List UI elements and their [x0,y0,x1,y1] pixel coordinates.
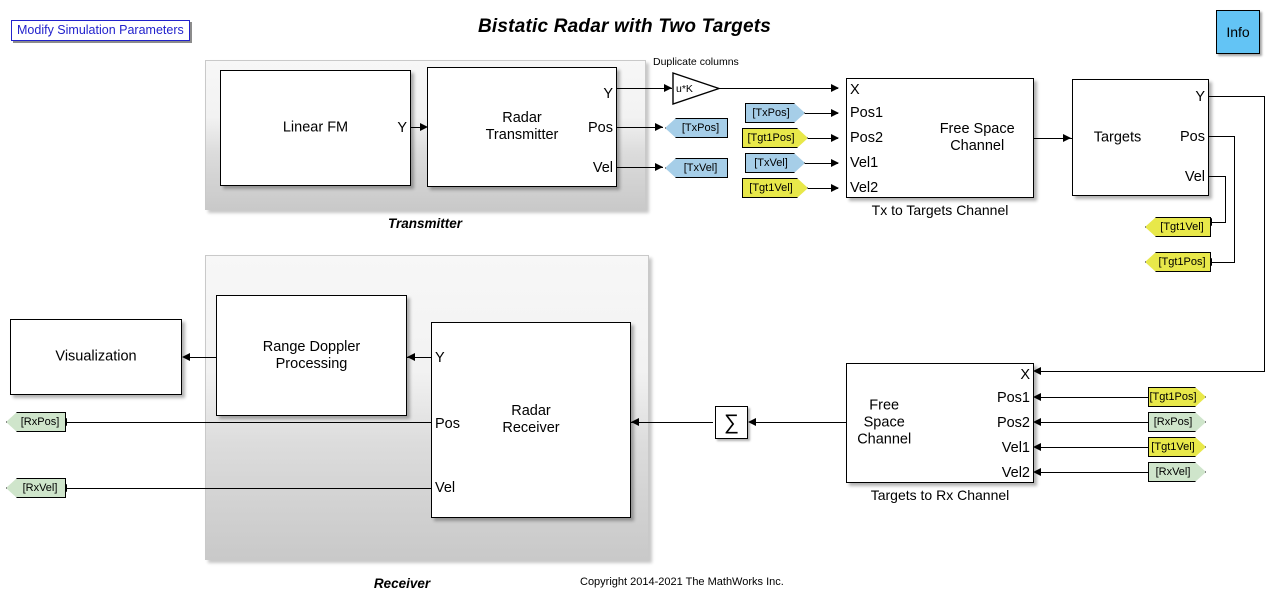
visualization-block[interactable]: Visualization [10,319,182,395]
tx-to-targets-channel-block[interactable]: Free Space Channel X Pos1 Pos2 Vel1 Vel2 [846,78,1034,198]
arrowhead [664,84,672,92]
arrowhead [1033,418,1041,426]
rx-channel-in-port-vel2: Vel2 [1001,465,1030,481]
linear-fm-label: Linear FM [282,119,349,136]
arrowhead [1033,393,1041,401]
from-tag-tgt1vel-top[interactable]: [Tgt1Vel] [742,178,808,198]
range-doppler-label: Range Doppler Processing [262,338,361,372]
sum-block[interactable]: ∑ [715,406,748,439]
gain-annotation: Duplicate columns [653,56,739,68]
from-tag-txvel[interactable]: [TxVel] [745,153,805,173]
arrowhead [655,163,663,171]
visualization-label: Visualization [55,348,137,365]
wire-rxpos-to-rx-pos2 [1040,422,1150,423]
goto-tag-txpos[interactable]: [TxPos] [665,118,728,138]
arrowhead [831,109,839,117]
info-button[interactable]: Info [1216,10,1260,54]
wire-tgt1pos-to-rx-pos1 [1040,397,1150,398]
from-tag-rxpos[interactable]: [RxPos] [1148,412,1206,432]
wire-sum-to-radarrx [631,422,713,423]
radar-receiver-block[interactable]: Radar Receiver Y Pos Vel [431,322,631,518]
wire-targets-pos-v [1234,136,1235,263]
wire-tgt1vel-to-rx-vel1 [1040,447,1150,448]
wire-rxvel-to-rx-vel2 [1040,472,1150,473]
radar-tx-out-port-vel: Vel [592,160,613,176]
wire-targets-y-h2 [1040,371,1265,372]
wire-targets-y-h1 [1209,96,1265,97]
range-doppler-processing-block[interactable]: Range Doppler Processing [216,295,407,416]
radar-rx-in-port-vel: Vel [435,480,456,496]
rx-channel-in-port-pos2: Pos2 [996,415,1030,431]
goto-tag-txvel[interactable]: [TxVel] [665,158,728,178]
gain-expression: u*K [676,82,693,95]
tx-to-targets-caption: Tx to Targets Channel [871,202,1009,218]
from-tag-tgt1pos-top[interactable]: [Tgt1Pos] [742,128,808,148]
wire-targets-vel-v [1225,176,1226,223]
copyright-notice: Copyright 2014-2021 The MathWorks Inc. [580,576,784,588]
targets-block[interactable]: Targets Y Pos Vel [1072,79,1209,196]
wire-targets-y-v [1264,96,1265,371]
duplicate-columns-gain-block[interactable]: u*K [672,72,720,105]
radar-rx-in-port-y: Y [435,350,445,366]
targets-out-port-pos: Pos [1180,129,1205,145]
tx-channel-in-port-vel2: Vel2 [850,180,879,196]
wire-targets-vel-h2 [1211,222,1226,223]
targets-to-rx-channel-block[interactable]: Free Space Channel X Pos1 Pos2 Vel1 Vel2 [846,363,1034,483]
tx-channel-in-port-pos2: Pos2 [850,130,884,146]
arrowhead [1063,134,1071,142]
arrowhead [831,184,839,192]
wire-targets-vel-h1 [1209,176,1226,177]
modify-simulation-parameters-button[interactable]: Modify Simulation Parameters [11,20,190,41]
goto-tag-rxpos[interactable]: [RxPos] [6,412,66,432]
from-tag-txpos[interactable]: [TxPos] [745,103,805,123]
tx-channel-in-port-x: X [850,82,860,98]
targets-to-rx-caption: Targets to Rx Channel [870,487,1010,503]
from-tag-tgt1vel-bottom[interactable]: [Tgt1Vel] [1148,437,1206,457]
targets-label: Targets [1093,129,1142,145]
tx-channel-in-port-vel1: Vel1 [850,155,879,171]
rx-channel-in-port-x: X [1020,367,1030,383]
targets-out-port-y: Y [1195,89,1205,105]
page-title: Bistatic Radar with Two Targets [478,16,772,37]
arrowhead [182,353,190,361]
from-tag-rxvel[interactable]: [RxVel] [1148,462,1206,482]
tx-channel-in-port-pos1: Pos1 [850,105,884,121]
from-tag-tgt1pos-bottom[interactable]: [Tgt1Pos] [1148,387,1206,407]
radar-tx-out-port-pos: Pos [588,120,613,136]
receiver-caption: Receiver [373,576,431,591]
wire-rxvel [66,488,431,489]
arrowhead [748,418,756,426]
wire-targets-pos-h1 [1209,136,1235,137]
radar-transmitter-block[interactable]: Radar Transmitter Y Pos Vel [427,67,617,187]
radar-rx-in-port-pos: Pos [435,416,460,432]
wire-channel-to-sum [755,422,846,423]
wire-targets-pos-h2 [1211,262,1235,263]
arrowhead [831,84,839,92]
rx-channel-in-port-vel1: Vel1 [1001,440,1030,456]
arrowhead [831,134,839,142]
wire-rdp-to-visualization [189,357,216,358]
arrowhead [631,418,639,426]
linear-fm-out-port-y: Y [397,120,407,136]
goto-tag-tgt1pos[interactable]: [Tgt1Pos] [1145,252,1211,272]
arrowhead [831,159,839,167]
targets-to-rx-channel-label: Free Space Channel [857,397,912,448]
arrowhead [655,123,663,131]
wire-gain-to-channel-x [719,88,838,89]
wire-rxpos [66,422,431,423]
arrowhead [1033,443,1041,451]
goto-tag-tgt1vel[interactable]: [Tgt1Vel] [1145,217,1211,237]
goto-tag-rxvel[interactable]: [RxVel] [6,478,66,498]
tx-to-targets-channel-label: Free Space Channel [939,121,1015,154]
rx-channel-in-port-pos1: Pos1 [996,390,1030,406]
targets-out-port-vel: Vel [1184,169,1205,185]
linear-fm-block[interactable]: Linear FM Y [220,70,411,186]
arrowhead [407,353,415,361]
arrowhead [1033,468,1041,476]
simulink-diagram-canvas: Bistatic Radar with Two Targets Modify S… [0,0,1275,606]
radar-tx-out-port-y: Y [603,86,613,102]
arrowhead [1033,367,1041,375]
radar-receiver-label: Radar Receiver [502,403,560,436]
transmitter-caption: Transmitter [387,216,463,231]
